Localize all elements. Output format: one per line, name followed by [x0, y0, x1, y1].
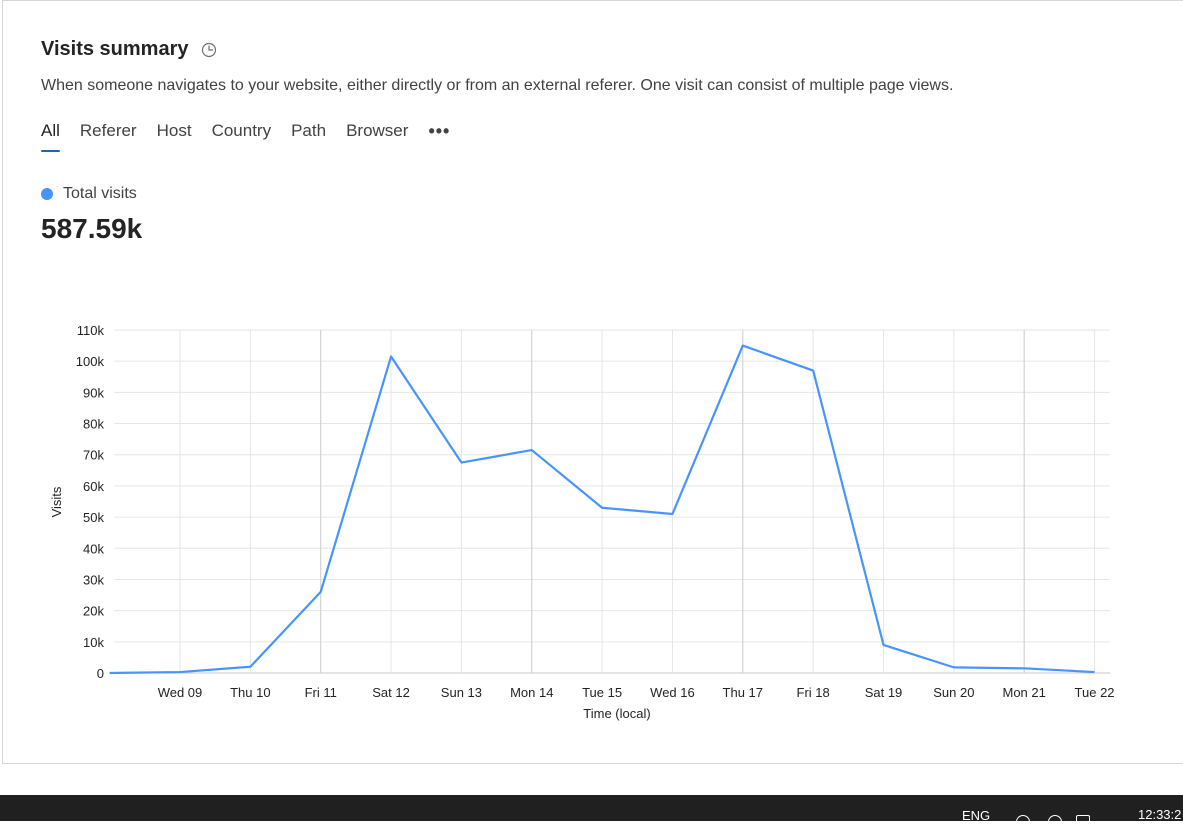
y-tick-label: 90k: [83, 385, 104, 400]
x-tick-label: Wed 16: [650, 685, 695, 700]
y-tick-label: 50k: [83, 510, 104, 525]
x-tick-label: Tue 15: [582, 685, 622, 700]
y-tick-label: 0: [97, 666, 104, 681]
x-tick-label: Fri 11: [305, 685, 337, 700]
network-icon[interactable]: [1016, 815, 1030, 825]
y-tick-label: 80k: [83, 417, 104, 432]
y-tick-label: 110k: [77, 323, 105, 338]
battery-icon[interactable]: [1076, 815, 1090, 825]
y-tick-label: 70k: [83, 448, 104, 463]
x-tick-label: Mon 14: [510, 685, 553, 700]
visits-line-chart: 0 10k 20k 30k 40k 50k 60k 70k 80k 90k 100k 110k Wed …: [0, 0, 1183, 760]
taskbar-clock[interactable]: 12:33:2: [1138, 807, 1181, 822]
y-tick-label: 20k: [83, 604, 104, 619]
volume-icon[interactable]: [1048, 815, 1062, 825]
y-tick-label: 40k: [83, 541, 104, 556]
x-axis-title: Time (local): [583, 706, 650, 721]
x-tick-label: Thu 10: [230, 685, 270, 700]
x-tick-label: Sun 20: [933, 685, 974, 700]
x-tick-label: Wed 09: [158, 685, 203, 700]
y-tick-label: 100k: [76, 354, 105, 369]
x-tick-label: Sun 13: [441, 685, 482, 700]
y-axis-title: Visits: [49, 486, 64, 517]
y-tick-label: 10k: [83, 635, 104, 650]
y-tick-label: 30k: [83, 572, 104, 587]
x-tick-label: Mon 21: [1003, 685, 1046, 700]
x-tick-label: Tue 22: [1075, 685, 1115, 700]
x-tick-label: Thu 17: [723, 685, 763, 700]
x-tick-label: Fri 18: [797, 685, 830, 700]
x-tick-label: Sat 19: [865, 685, 903, 700]
taskbar: ENG 12:33:2: [0, 795, 1183, 821]
y-tick-label: 60k: [83, 479, 104, 494]
x-tick-label: Sat 12: [372, 685, 410, 700]
